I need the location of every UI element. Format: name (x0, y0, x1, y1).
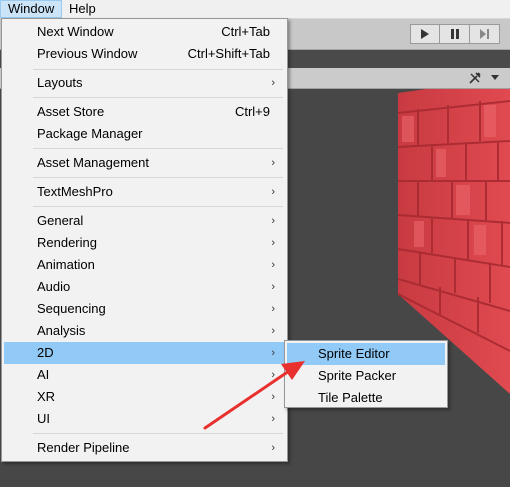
chevron-right-icon: › (271, 186, 275, 198)
chevron-right-icon: › (271, 369, 275, 381)
menu-item-render-pipeline[interactable]: Render Pipeline › (4, 437, 285, 459)
chevron-right-icon: › (271, 259, 275, 271)
menu-divider (33, 69, 283, 70)
pause-button[interactable] (440, 24, 470, 44)
menu-item-label: Analysis (37, 323, 86, 338)
menu-item-label: AI (37, 367, 50, 382)
menu-item-rendering[interactable]: Rendering › (4, 232, 285, 254)
menu-item-label: Previous Window (37, 46, 138, 61)
window-menu: Next Window Ctrl+Tab Previous Window Ctr… (1, 18, 288, 462)
shortcut-label: Ctrl+9 (234, 104, 270, 119)
menu-item-tile-palette[interactable]: Tile Palette (287, 387, 445, 409)
menu-divider (33, 97, 283, 98)
shortcut-label: Ctrl+Tab (221, 24, 270, 39)
menu-item-label: Rendering (37, 235, 97, 250)
menu-item-sequencing[interactable]: Sequencing › (4, 298, 285, 320)
menu-item-label: Sprite Packer (318, 368, 397, 383)
chevron-right-icon: › (271, 77, 275, 89)
menu-item-label: Audio (37, 279, 71, 294)
menu-window[interactable]: Window (0, 0, 63, 18)
menu-item-sprite-editor[interactable]: Sprite Editor (287, 343, 445, 365)
menu-item-label: XR (37, 389, 56, 404)
menu-item-asset-store[interactable]: Asset Store Ctrl+9 (4, 101, 285, 123)
menu-item-label: Next Window (37, 24, 114, 39)
chevron-right-icon: › (271, 325, 275, 337)
chevron-down-icon[interactable] (486, 70, 504, 86)
menu-item-textmeshpro[interactable]: TextMeshPro › (4, 181, 285, 203)
menu-divider (33, 206, 283, 207)
step-button[interactable] (470, 24, 500, 44)
menu-item-ai[interactable]: AI › (4, 364, 285, 386)
menu-bar: Window Help (0, 0, 510, 19)
menu-item-asset-management[interactable]: Asset Management › (4, 152, 285, 174)
chevron-right-icon: › (271, 215, 275, 227)
chevron-right-icon: › (271, 442, 275, 454)
menu-item-label: Render Pipeline (37, 440, 130, 455)
pause-icon (450, 29, 459, 39)
menu-help[interactable]: Help (62, 0, 103, 18)
menu-item-label: Animation (37, 257, 95, 272)
menu-item-label: Sequencing (37, 301, 106, 316)
menu-item-label: Sprite Editor (318, 346, 390, 361)
menu-item-2d[interactable]: 2D › (4, 342, 285, 364)
submenu-2d: Sprite Editor Sprite Packer Tile Palette (284, 340, 448, 408)
menu-item-label: TextMeshPro (37, 184, 113, 199)
menu-item-label: Tile Palette (318, 390, 383, 405)
menu-item-layouts[interactable]: Layouts › (4, 72, 285, 94)
chevron-right-icon: › (271, 281, 275, 293)
playmode-controls (410, 24, 501, 44)
menu-divider (33, 148, 283, 149)
shortcut-label: Ctrl+Shift+Tab (187, 46, 270, 61)
menu-item-animation[interactable]: Animation › (4, 254, 285, 276)
menu-item-analysis[interactable]: Analysis › (4, 320, 285, 342)
menu-item-label: UI (37, 411, 50, 426)
menu-item-next-window[interactable]: Next Window Ctrl+Tab (4, 21, 285, 43)
menu-item-previous-window[interactable]: Previous Window Ctrl+Shift+Tab (4, 43, 285, 65)
menu-item-label: General (37, 213, 84, 228)
play-button[interactable] (410, 24, 440, 44)
menu-item-label: 2D (37, 345, 54, 360)
menu-item-xr[interactable]: XR › (4, 386, 285, 408)
menu-item-general[interactable]: General › (4, 210, 285, 232)
chevron-right-icon: › (271, 347, 275, 359)
menu-item-label: Layouts (37, 75, 83, 90)
chevron-right-icon: › (271, 391, 275, 403)
chevron-right-icon: › (271, 157, 275, 169)
chevron-right-icon: › (271, 237, 275, 249)
menu-divider (33, 177, 283, 178)
chevron-right-icon: › (271, 413, 275, 425)
menu-item-label: Asset Store (37, 104, 105, 119)
chevron-right-icon: › (271, 303, 275, 315)
tools-icon[interactable] (466, 70, 484, 86)
menu-item-package-manager[interactable]: Package Manager (4, 123, 285, 145)
menu-item-sprite-packer[interactable]: Sprite Packer (287, 365, 445, 387)
menu-item-ui[interactable]: UI › (4, 408, 285, 430)
menu-divider (33, 433, 283, 434)
menu-item-label: Asset Management (37, 155, 150, 170)
step-icon (479, 29, 489, 39)
menu-item-audio[interactable]: Audio › (4, 276, 285, 298)
play-icon (421, 29, 429, 39)
menu-item-label: Package Manager (37, 126, 143, 141)
